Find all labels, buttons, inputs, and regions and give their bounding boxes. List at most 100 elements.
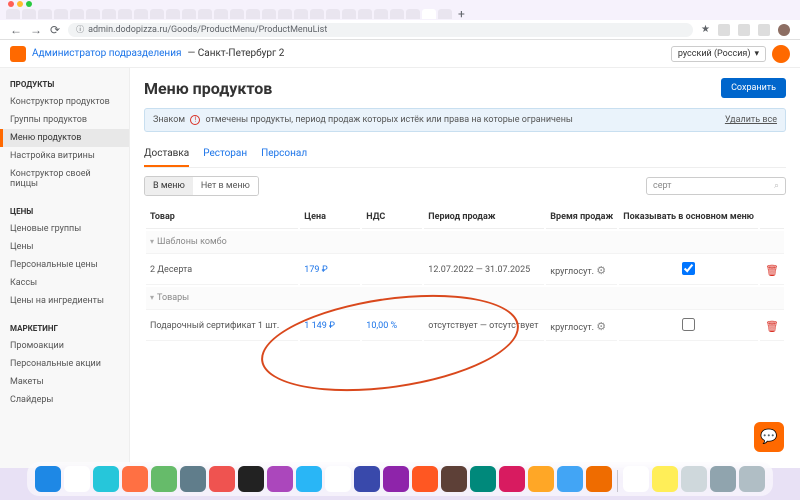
extension-icon[interactable] bbox=[758, 24, 770, 36]
dock-app-icon[interactable] bbox=[122, 466, 148, 492]
profile-avatar[interactable] bbox=[778, 24, 790, 36]
sidebar-item[interactable]: Настройка витрины bbox=[0, 147, 129, 165]
browser-tab[interactable] bbox=[118, 9, 132, 19]
dock-app-icon[interactable] bbox=[64, 466, 90, 492]
dock-app-icon[interactable] bbox=[623, 466, 649, 492]
tab[interactable]: Персонал bbox=[261, 142, 307, 167]
not-in-menu-toggle[interactable]: Нет в меню bbox=[193, 177, 258, 195]
reload-button[interactable]: ⟳ bbox=[50, 23, 60, 37]
dock-app-icon[interactable] bbox=[412, 466, 438, 492]
browser-tab[interactable] bbox=[86, 9, 100, 19]
browser-tab[interactable] bbox=[134, 9, 148, 19]
sidebar-item[interactable]: Ценовые группы bbox=[0, 220, 129, 238]
site-info-icon[interactable]: ⓘ bbox=[76, 24, 84, 35]
browser-tab[interactable] bbox=[182, 9, 196, 19]
dock-app-icon[interactable] bbox=[35, 466, 61, 492]
table-group-row[interactable]: ▾Шаблоны комбо bbox=[146, 231, 784, 254]
close-dot[interactable] bbox=[8, 1, 14, 7]
sidebar-item[interactable]: Персональные цены bbox=[0, 256, 129, 274]
sidebar-item[interactable]: Цены bbox=[0, 238, 129, 256]
dock-app-icon[interactable] bbox=[499, 466, 525, 492]
sidebar-item[interactable]: Меню продуктов bbox=[0, 129, 129, 147]
admin-role-link[interactable]: Администратор подразделения bbox=[32, 48, 181, 59]
dock-app-icon[interactable] bbox=[586, 466, 612, 492]
dock-app-icon[interactable] bbox=[470, 466, 496, 492]
dock-app-icon[interactable] bbox=[652, 466, 678, 492]
browser-tab[interactable] bbox=[102, 9, 116, 19]
browser-tab[interactable] bbox=[198, 9, 212, 19]
browser-tab[interactable] bbox=[22, 9, 36, 19]
sidebar-item[interactable]: Промоакции bbox=[0, 337, 129, 355]
in-menu-toggle[interactable]: В меню bbox=[145, 177, 193, 195]
trash-icon[interactable]: 🗑 bbox=[765, 320, 779, 333]
sidebar-item[interactable]: Макеты bbox=[0, 373, 129, 391]
search-input[interactable]: серт ⌕ bbox=[646, 177, 786, 195]
browser-tab[interactable] bbox=[230, 9, 244, 19]
dock-app-icon[interactable] bbox=[151, 466, 177, 492]
save-button[interactable]: Сохранить bbox=[721, 78, 786, 98]
browser-tab[interactable] bbox=[166, 9, 180, 19]
dock-app-icon[interactable] bbox=[267, 466, 293, 492]
show-checkbox[interactable] bbox=[682, 262, 695, 275]
gear-icon[interactable]: ⚙ bbox=[596, 320, 606, 333]
browser-tab[interactable] bbox=[406, 9, 420, 19]
bookmark-icon[interactable]: ★ bbox=[701, 24, 710, 35]
table-group-row[interactable]: ▾Товары bbox=[146, 287, 784, 310]
browser-tab[interactable] bbox=[262, 9, 276, 19]
minimize-dot[interactable] bbox=[17, 1, 23, 7]
dock-app-icon[interactable] bbox=[383, 466, 409, 492]
sidebar-item[interactable]: Слайдеры bbox=[0, 391, 129, 409]
language-selector[interactable]: русский (Россия) ▾ bbox=[671, 46, 766, 62]
gear-icon[interactable]: ⚙ bbox=[596, 264, 606, 277]
sidebar-item[interactable]: Цены на ингредиенты bbox=[0, 292, 129, 310]
cell-vat[interactable] bbox=[362, 256, 422, 285]
browser-tab[interactable] bbox=[326, 9, 340, 19]
dock-app-icon[interactable] bbox=[441, 466, 467, 492]
sidebar-item[interactable]: Персональные акции bbox=[0, 355, 129, 373]
browser-tab[interactable] bbox=[214, 9, 228, 19]
delete-all-link[interactable]: Удалить все bbox=[725, 115, 777, 125]
url-field[interactable]: ⓘ admin.dodopizza.ru/Goods/ProductMenu/P… bbox=[68, 23, 693, 37]
cell-price[interactable]: 179 ₽ bbox=[300, 256, 360, 285]
browser-tab[interactable] bbox=[150, 9, 164, 19]
extension-icon[interactable] bbox=[718, 24, 730, 36]
dock-app-icon[interactable] bbox=[528, 466, 554, 492]
browser-tab[interactable] bbox=[422, 9, 436, 19]
dock-app-icon[interactable] bbox=[681, 466, 707, 492]
cell-vat[interactable]: 10,00 % bbox=[362, 312, 422, 341]
dock-app-icon[interactable] bbox=[180, 466, 206, 492]
dock-app-icon[interactable] bbox=[238, 466, 264, 492]
browser-tab[interactable] bbox=[390, 9, 404, 19]
browser-tab[interactable] bbox=[6, 9, 20, 19]
browser-tab[interactable] bbox=[310, 9, 324, 19]
sidebar-item[interactable]: Конструктор продуктов bbox=[0, 93, 129, 111]
new-tab-button[interactable]: + bbox=[454, 7, 469, 21]
dock-app-icon[interactable] bbox=[739, 466, 765, 492]
browser-tab[interactable] bbox=[38, 9, 52, 19]
dock-app-icon[interactable] bbox=[325, 466, 351, 492]
dock-app-icon[interactable] bbox=[209, 466, 235, 492]
forward-button[interactable]: → bbox=[30, 23, 42, 37]
back-button[interactable]: ← bbox=[10, 23, 22, 37]
browser-tab[interactable] bbox=[294, 9, 308, 19]
browser-tab[interactable] bbox=[358, 9, 372, 19]
sidebar-item[interactable]: Кассы bbox=[0, 274, 129, 292]
browser-tab[interactable] bbox=[246, 9, 260, 19]
tab[interactable]: Ресторан bbox=[203, 142, 247, 167]
dock-app-icon[interactable] bbox=[93, 466, 119, 492]
show-checkbox[interactable] bbox=[682, 318, 695, 331]
dock-app-icon[interactable] bbox=[354, 466, 380, 492]
trash-icon[interactable]: 🗑 bbox=[765, 264, 779, 277]
maximize-dot[interactable] bbox=[26, 1, 32, 7]
user-avatar[interactable] bbox=[772, 45, 790, 63]
dock-app-icon[interactable] bbox=[557, 466, 583, 492]
dock-app-icon[interactable] bbox=[710, 466, 736, 492]
browser-tab[interactable] bbox=[54, 9, 68, 19]
cell-price[interactable]: 1 149 ₽ bbox=[300, 312, 360, 341]
sidebar-item[interactable]: Конструктор своей пиццы bbox=[0, 165, 129, 193]
extension-icon[interactable] bbox=[738, 24, 750, 36]
browser-tab[interactable] bbox=[278, 9, 292, 19]
browser-tab[interactable] bbox=[70, 9, 84, 19]
tab[interactable]: Доставка bbox=[144, 142, 189, 167]
chat-widget-button[interactable]: 💬 bbox=[754, 422, 784, 452]
